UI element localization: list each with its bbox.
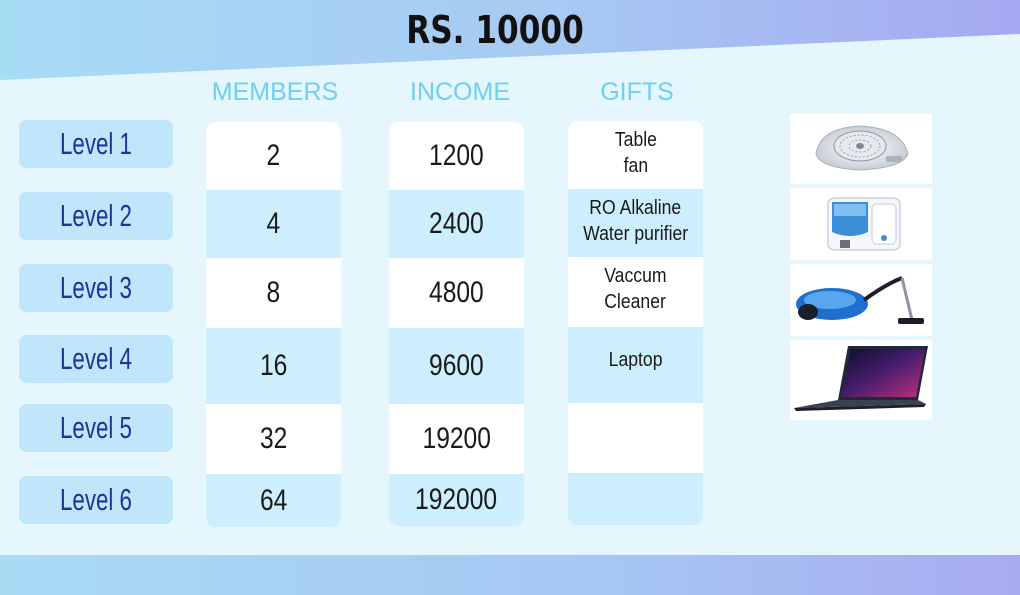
gift-cell-3: Vaccum Cleaner [568,257,703,327]
level-label-1: Level 1 [19,120,173,168]
gift-cell-6 [568,473,703,525]
gift-cell-2: RO Alkaline Water purifier [568,189,703,257]
income-header: INCOME [410,78,510,106]
members-cell-5: 32 [206,404,341,474]
level-label-4: Level 4 [19,335,173,383]
level-label-5: Level 5 [19,404,173,452]
water-purifier-image [790,188,932,260]
gifts-header: GIFTS [600,78,674,106]
members-header: MEMBERS [211,78,339,106]
level-label-3: Level 3 [19,264,173,312]
members-cell-6: 64 [206,474,341,527]
gift-cell-4: Laptop [568,327,703,403]
laptop-image [790,340,932,420]
members-cell-1: 2 [206,122,341,190]
income-cell-1: 1200 [389,122,524,190]
gift-cell-5 [568,403,703,473]
level-label-2: Level 2 [19,192,173,240]
members-cell-3: 8 [206,258,341,328]
table-fan-image [790,114,932,184]
income-cell-6: 192000 [389,474,524,526]
income-cell-2: 2400 [389,190,524,258]
income-cell-3: 4800 [389,258,524,328]
gift-cell-1: Table fan [568,121,703,189]
level-label-6: Level 6 [19,476,173,524]
income-cell-5: 19200 [389,404,524,474]
members-cell-4: 16 [206,328,341,404]
vacuum-cleaner-image [790,264,932,336]
gifts-column: Table fan RO Alkaline Water purifier Vaccu… [568,121,703,525]
bottom-band [0,555,1020,595]
page-title: RS. 10000 [406,8,584,52]
members-column: 2 4 8 16 32 64 [206,122,341,527]
members-cell-2: 4 [206,190,341,258]
income-column: 1200 2400 4800 9600 19200 192000 [389,122,524,526]
income-cell-4: 9600 [389,328,524,404]
